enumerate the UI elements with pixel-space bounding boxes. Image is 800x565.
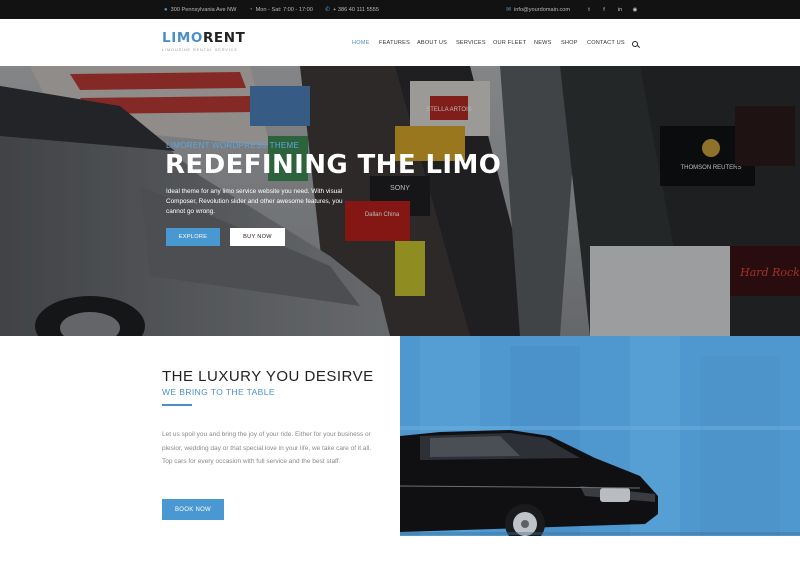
- top-bar: ● 300 Pennsylvania Ave NW ◔ Mon - Sat: 7…: [0, 0, 800, 19]
- luxury-body-text: Let us spoil you and bring the joy of yo…: [162, 431, 372, 465]
- clock-icon: ◔: [249, 6, 253, 13]
- site-header: LIMORENT LIMOUSINE RENTAL SERVICE HOME F…: [0, 19, 800, 66]
- explore-button[interactable]: EXPLORE: [166, 228, 220, 246]
- nav-features[interactable]: FEATURES: [379, 19, 410, 66]
- logo-tagline: LIMOUSINE RENTAL SERVICE: [162, 47, 238, 52]
- limousine-image: [400, 336, 800, 565]
- hero-overlay: [0, 66, 800, 336]
- map-pin-icon: ●: [164, 6, 168, 13]
- luxury-section: THE LUXURY YOU DESIRVE WE BRING TO THE T…: [0, 336, 400, 565]
- phone-item[interactable]: ✆ + 386 40 111 5555: [325, 0, 379, 19]
- nav-shop[interactable]: SHOP: [561, 19, 578, 66]
- hours-text: Mon - Sat: 7:00 - 17:00: [255, 6, 313, 13]
- nav-services[interactable]: SERVICES: [456, 19, 486, 66]
- envelope-icon: ✉: [506, 6, 512, 13]
- bottom-white-strip: [400, 536, 800, 565]
- phone-text[interactable]: + 386 40 111 5555: [333, 7, 379, 13]
- address-item: ● 300 Pennsylvania Ave NW: [164, 0, 236, 19]
- site-logo[interactable]: LIMORENT LIMOUSINE RENTAL SERVICE: [162, 30, 246, 52]
- hero-description: Ideal theme for any limo service website…: [166, 188, 343, 215]
- nav-our-fleet[interactable]: OUR FLEET: [493, 19, 526, 66]
- nav-news[interactable]: NEWS: [534, 19, 552, 66]
- hero-title: REDEFINING THE LIMO: [165, 150, 502, 180]
- luxury-title: THE LUXURY YOU DESIRVE: [162, 368, 374, 385]
- nav-contact-us[interactable]: CONTACT US: [587, 19, 625, 66]
- luxury-subtitle: WE BRING TO THE TABLE: [162, 387, 275, 397]
- address-text: 300 Pennsylvania Ave NW: [170, 6, 237, 13]
- hours-item: ◔ Mon - Sat: 7:00 - 17:00: [249, 0, 313, 19]
- phone-icon: ✆: [325, 6, 331, 13]
- linkedin-icon[interactable]: in: [615, 0, 625, 19]
- search-icon[interactable]: [632, 41, 638, 47]
- hero-kicker: LIMORENT WORDPRESS THEME: [166, 141, 300, 150]
- hero-slider: STELLA ARTOIS SONY Dallan China THOMSON …: [0, 66, 800, 336]
- logo-word-limo: LIMO: [162, 30, 203, 46]
- nav-home[interactable]: HOME: [352, 19, 370, 66]
- email-item[interactable]: ✉ info@yourdomain.com: [506, 0, 570, 19]
- buy-now-button[interactable]: BUY NOW: [230, 228, 285, 246]
- facebook-icon[interactable]: f: [599, 0, 609, 19]
- nav-about-us[interactable]: ABOUT US: [417, 19, 447, 66]
- luxury-image-panel: [400, 336, 800, 565]
- title-divider: [162, 404, 192, 406]
- instagram-icon[interactable]: ◉: [630, 0, 640, 19]
- email-text[interactable]: info@yourdomain.com: [514, 7, 570, 13]
- logo-word-rent: RENT: [202, 30, 246, 46]
- twitter-icon[interactable]: t: [584, 0, 594, 19]
- book-now-button[interactable]: BOOK NOW: [162, 499, 224, 520]
